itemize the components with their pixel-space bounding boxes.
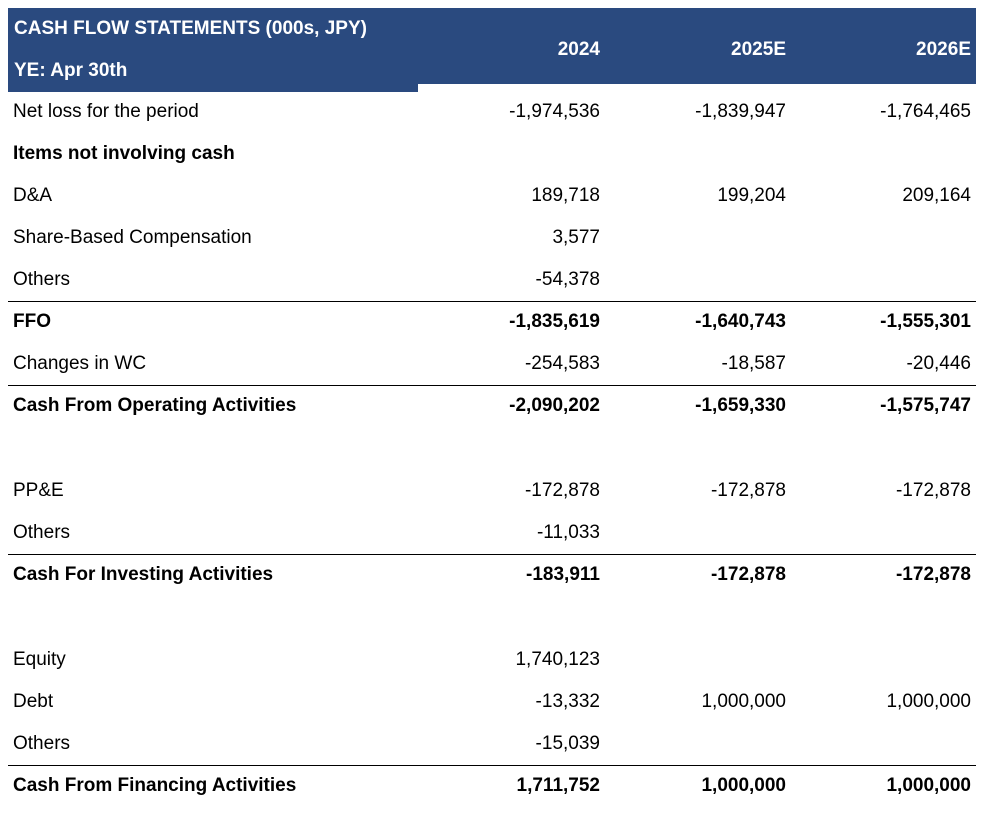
value-2025e: -172,878 xyxy=(710,564,786,585)
row-label: Changes in WC xyxy=(13,353,147,374)
total-row: Cash From Financing Activities 1,711,752… xyxy=(8,766,976,808)
total-row: Cash For Investing Activities -183,911 -… xyxy=(8,555,976,597)
value-2024: -11,033 xyxy=(536,522,600,543)
value-2024: -13,332 xyxy=(535,691,600,712)
row-label: Debt xyxy=(13,691,54,712)
value-2024: -254,583 xyxy=(524,353,600,374)
row-label: PP&E xyxy=(13,480,64,501)
spacer-row xyxy=(8,428,976,471)
table-row: Debt -13,332 1,000,000 1,000,000 xyxy=(8,682,976,724)
table-body: Net loss for the period -1,974,536 -1,83… xyxy=(8,92,976,808)
value-2024: -2,090,202 xyxy=(509,395,600,416)
column-header-2025e: 2025E xyxy=(731,39,786,60)
table-title: CASH FLOW STATEMENTS (000s, JPY) xyxy=(14,18,367,39)
value-2025e: -18,587 xyxy=(721,353,786,374)
table-row: Share-Based Compensation 3,577 xyxy=(8,218,976,260)
table-row: PP&E -172,878 -172,878 -172,878 xyxy=(8,471,976,513)
value-2025e: -1,640,743 xyxy=(695,311,786,332)
value-2024: 189,718 xyxy=(531,185,600,206)
row-label: FFO xyxy=(13,311,51,332)
value-2025e: 1,000,000 xyxy=(701,691,786,712)
row-label: Others xyxy=(13,733,71,754)
value-2026e: 1,000,000 xyxy=(886,691,971,712)
row-label: Equity xyxy=(13,649,66,670)
value-2024: -172,878 xyxy=(524,480,600,501)
value-2026e: 209,164 xyxy=(902,185,971,206)
value-2026e: -172,878 xyxy=(895,480,971,501)
table-row: Others -54,378 xyxy=(8,260,976,302)
subtotal-row: FFO -1,835,619 -1,640,743 -1,555,301 xyxy=(8,302,976,344)
spacer-row xyxy=(8,597,976,640)
table-row: Equity 1,740,123 xyxy=(8,640,976,682)
value-2026e: -1,764,465 xyxy=(880,101,971,122)
value-2024: -1,974,536 xyxy=(509,101,600,122)
column-header-2024: 2024 xyxy=(557,39,600,60)
column-header-2026e: 2026E xyxy=(916,39,971,60)
value-2024: 1,740,123 xyxy=(515,649,600,670)
value-2025e: 199,204 xyxy=(717,185,786,206)
table-row: D&A 189,718 199,204 209,164 xyxy=(8,176,976,218)
section-heading-row: Items not involving cash xyxy=(8,134,976,176)
value-2024: -15,039 xyxy=(535,733,600,754)
row-label: D&A xyxy=(13,185,53,206)
value-2026e: -1,555,301 xyxy=(880,311,971,332)
value-2025e: -172,878 xyxy=(710,480,786,501)
row-label: Others xyxy=(13,522,71,543)
value-2025e: -1,659,330 xyxy=(695,395,786,416)
value-2024: -54,378 xyxy=(535,269,600,290)
row-label: Cash From Financing Activities xyxy=(13,775,297,796)
row-label: Others xyxy=(13,269,71,290)
row-label: Cash For Investing Activities xyxy=(13,564,274,585)
value-2026e: -20,446 xyxy=(906,353,971,374)
total-row: Cash From Operating Activities -2,090,20… xyxy=(8,386,976,428)
value-2024: -183,911 xyxy=(526,564,600,585)
section-heading: Items not involving cash xyxy=(13,143,235,164)
value-2024: -1,835,619 xyxy=(509,311,600,332)
row-label: Net loss for the period xyxy=(13,101,199,122)
value-2024: 1,711,752 xyxy=(516,775,600,796)
table-row: Net loss for the period -1,974,536 -1,83… xyxy=(8,92,976,134)
value-2026e: 1,000,000 xyxy=(886,775,971,796)
value-2024: 3,577 xyxy=(552,227,600,248)
table-row: Others -15,039 xyxy=(8,724,976,766)
value-2025e: -1,839,947 xyxy=(695,101,786,122)
value-2025e: 1,000,000 xyxy=(701,775,786,796)
value-2026e: -1,575,747 xyxy=(880,395,971,416)
table-row: Others -11,033 xyxy=(8,513,976,555)
row-label: Share-Based Compensation xyxy=(13,227,252,248)
table-header: CASH FLOW STATEMENTS (000s, JPY) YE: Apr… xyxy=(8,8,976,92)
row-label: Cash From Operating Activities xyxy=(13,395,297,416)
value-2026e: -172,878 xyxy=(895,564,971,585)
table-subtitle: YE: Apr 30th xyxy=(14,60,128,81)
table-row: Changes in WC -254,583 -18,587 -20,446 xyxy=(8,344,976,386)
cash-flow-table: CASH FLOW STATEMENTS (000s, JPY) YE: Apr… xyxy=(8,8,976,808)
